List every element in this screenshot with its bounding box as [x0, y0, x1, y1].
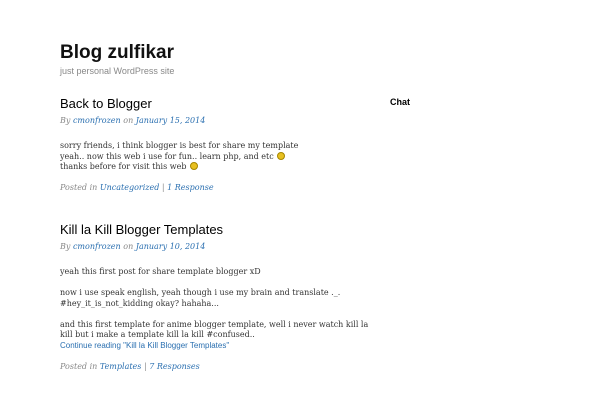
- responses-link[interactable]: 7 Responses: [149, 362, 200, 371]
- continue-reading-link[interactable]: Continue reading "Kill la Kill Blogger T…: [60, 341, 229, 350]
- post-byline: By cmonfrozen on January 10, 2014: [60, 242, 205, 251]
- content-line: #hey_it_is_not_kidding okay? hahaha...: [60, 298, 219, 308]
- content-line: now i use speak english, yeah though i u…: [60, 288, 341, 297]
- by-label: By: [60, 242, 71, 251]
- content-text: yeah.. now this web i use for fun.. lear…: [60, 151, 274, 161]
- post-title[interactable]: Kill la Kill Blogger Templates: [60, 222, 223, 237]
- content-line: Continue reading "Kill la Kill Blogger T…: [60, 341, 370, 352]
- meta-separator: |: [143, 362, 147, 371]
- post-content: sorry friends, i think blogger is best f…: [60, 141, 370, 173]
- content-line: yeah.. now this web i use for fun.. lear…: [60, 151, 370, 163]
- category-link[interactable]: Templates: [100, 362, 142, 371]
- post-title[interactable]: Back to Blogger: [60, 96, 152, 111]
- content-line: and this first template for anime blogge…: [60, 319, 369, 329]
- posted-in-label: Posted in: [60, 362, 98, 371]
- sidebar-widget-title: Chat: [390, 97, 410, 107]
- smiley-icon: [190, 162, 198, 170]
- content-line: kill but i make a template kill la kill …: [60, 330, 255, 339]
- post-meta: Posted in Uncategorized | 1 Response: [60, 183, 214, 192]
- content-line: sorry friends, i think blogger is best f…: [60, 141, 299, 150]
- responses-link[interactable]: 1 Response: [167, 183, 213, 192]
- meta-separator: |: [161, 183, 165, 192]
- date-link[interactable]: January 15, 2014: [136, 116, 206, 125]
- content-line: yeah this first post for share template …: [60, 267, 261, 276]
- by-label: By: [60, 116, 71, 125]
- post-meta: Posted in Templates | 7 Responses: [60, 362, 200, 371]
- author-link[interactable]: cmonfrozen: [73, 242, 121, 251]
- post-byline: By cmonfrozen on January 15, 2014: [60, 116, 205, 125]
- category-link[interactable]: Uncategorized: [100, 183, 159, 192]
- site-description: just personal WordPress site: [60, 66, 175, 76]
- content-text: thanks before for visit this web: [60, 162, 187, 171]
- content-line: thanks before for visit this web: [60, 162, 370, 173]
- posted-in-label: Posted in: [60, 183, 98, 192]
- on-label: on: [123, 116, 134, 125]
- date-link[interactable]: January 10, 2014: [136, 242, 206, 251]
- site-title[interactable]: Blog zulfikar: [60, 42, 174, 64]
- post-content: yeah this first post for share template …: [60, 267, 370, 351]
- author-link[interactable]: cmonfrozen: [73, 116, 121, 125]
- smiley-icon: [277, 151, 286, 160]
- on-label: on: [123, 242, 134, 251]
